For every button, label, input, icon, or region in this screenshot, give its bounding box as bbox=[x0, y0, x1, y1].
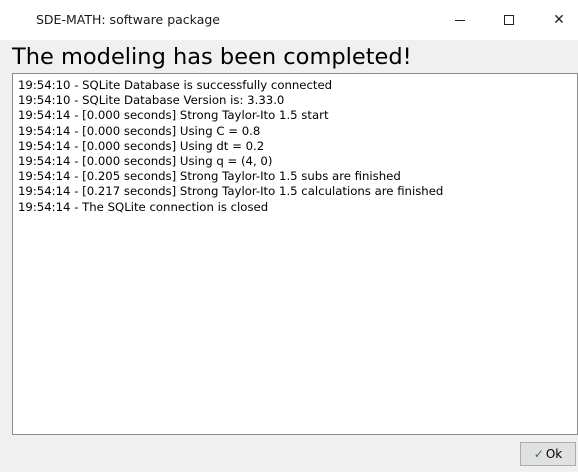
log-line: 19:54:14 - [0.205 seconds] Strong Taylor… bbox=[18, 169, 401, 184]
ok-button[interactable]: ✓ Ok bbox=[520, 442, 576, 466]
close-icon: ✕ bbox=[553, 12, 565, 28]
window-title: SDE-MATH: software package bbox=[36, 12, 220, 27]
log-line: 19:54:14 - [0.000 seconds] Using C = 0.8 bbox=[18, 123, 261, 138]
log-line: 19:54:14 - [0.000 seconds] Using dt = 0.… bbox=[18, 138, 265, 153]
maximize-button[interactable] bbox=[486, 0, 532, 40]
log-line: 19:54:14 - [0.000 seconds] Strong Taylor… bbox=[18, 108, 329, 123]
completion-heading: The modeling has been completed! bbox=[12, 44, 412, 70]
minimize-icon bbox=[455, 19, 465, 21]
log-line: 19:54:10 - SQLite Database Version is: 3… bbox=[18, 93, 285, 108]
title-bar: SDE-MATH: software package ✕ bbox=[0, 0, 578, 40]
close-button[interactable]: ✕ bbox=[536, 0, 578, 40]
maximize-icon bbox=[504, 15, 514, 25]
ok-button-label: Ok bbox=[545, 447, 563, 461]
minimize-button[interactable] bbox=[437, 0, 483, 40]
log-line: 19:54:10 - SQLite Database is successful… bbox=[18, 78, 333, 92]
log-line: 19:54:14 - The SQLite connection is clos… bbox=[18, 199, 269, 214]
log-line: 19:54:14 - [0.217 seconds] Strong Taylor… bbox=[18, 184, 444, 199]
log-line: 19:54:14 - [0.000 seconds] Using q = (4,… bbox=[18, 154, 273, 169]
log-output[interactable]: 19:54:10 - SQLite Database is successful… bbox=[12, 73, 578, 435]
check-icon: ✓ bbox=[533, 447, 544, 461]
